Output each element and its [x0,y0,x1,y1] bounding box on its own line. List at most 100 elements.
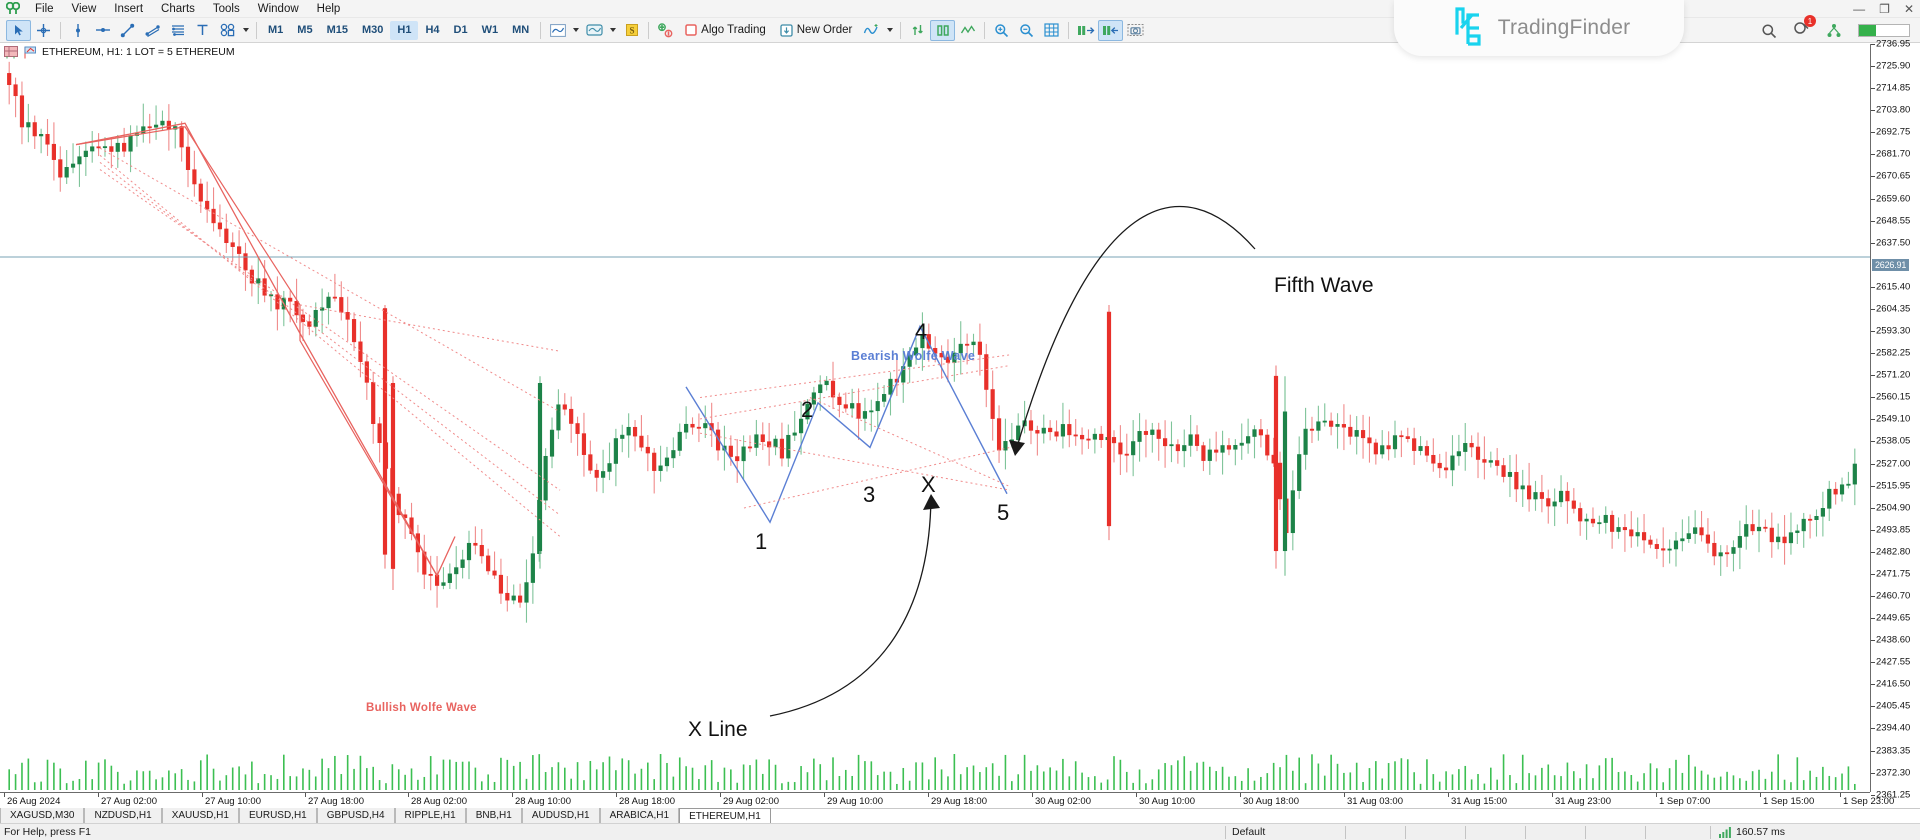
vertical-line-tool-button[interactable] [65,20,90,41]
chart-step-back-button[interactable] [1098,19,1124,41]
chart-shift-button[interactable] [955,20,980,41]
indicators-button[interactable] [859,20,884,41]
time-label: 1 Sep 23:00 [1843,796,1895,807]
horizontal-line-tool-button[interactable] [90,20,115,41]
data-window-icon[interactable] [4,45,18,59]
time-label: 29 Aug 10:00 [827,796,883,807]
screenshot-button[interactable] [1123,20,1148,41]
timeframe-w1[interactable]: W1 [475,21,506,40]
window-controls: — ❐ ✕ [1853,2,1914,16]
price-label: 2416.50 [1876,678,1911,690]
price-axis[interactable]: 2736.95 2725.90 2714.85 2703.80 2692.75 2681.… [1870,39,1920,800]
status-ping: 160.57 ms [1710,825,1920,839]
chart-tab[interactable]: GBPUSD,H4 [316,808,395,823]
chart-type-button[interactable] [545,20,570,41]
chart-tab[interactable]: EURUSD,H1 [238,808,317,823]
notifications-button[interactable]: 1 [1793,15,1816,41]
grid-button[interactable] [1039,20,1064,41]
time-tick [4,793,5,797]
maximize-button[interactable]: ❐ [1879,2,1890,16]
shapes-dropdown-button[interactable] [240,20,252,41]
periodicity-button[interactable] [905,20,930,41]
svg-text:S: S [629,26,634,36]
chart-tab[interactable]: AUDUSD,H1 [521,808,600,823]
new-order-button[interactable]: New Order [773,20,860,41]
price-label: 2471.75 [1876,568,1911,580]
menu-item-insert[interactable]: Insert [105,0,152,18]
time-label: 30 Aug 18:00 [1243,796,1299,807]
timeframe-mn[interactable]: MN [505,21,536,40]
price-label: 2560.15 [1876,391,1911,403]
chart-tab[interactable]: XAUUSD,H1 [161,808,239,823]
time-tick [928,793,929,797]
templates-dropdown-button[interactable] [607,20,619,41]
chart-tab[interactable]: XAGUSD,M30 [0,808,85,823]
fibonacci-tool-button[interactable] [165,20,190,41]
timeframe-m5[interactable]: M5 [290,21,319,40]
price-tick [1871,419,1875,421]
time-label: 1 Sep 07:00 [1659,796,1711,807]
time-tick [1840,793,1841,797]
new-order-icon [780,23,793,37]
chart-tab[interactable]: ETHEREUM,H1 [679,808,771,823]
menu-item-view[interactable]: View [63,0,106,18]
connection-icon[interactable] [1826,23,1842,39]
trendline-tool-button[interactable] [115,20,140,41]
menu-item-window[interactable]: Window [249,0,308,18]
price-tick [1871,684,1875,686]
timeframe-h4[interactable]: H4 [418,21,446,40]
zoom-out-button[interactable] [1014,20,1039,41]
indicators-dropdown-button[interactable] [884,20,896,41]
channel-tool-button[interactable] [140,20,165,41]
status-cell-2 [1405,825,1465,839]
chart-flag-icon[interactable] [23,46,37,59]
signal-meter [1858,24,1910,37]
cursor-tool-button[interactable] [6,19,31,41]
price-label: 2449.65 [1876,612,1911,624]
crosshair-icon [37,23,50,37]
cursor-icon [14,25,23,36]
chart-type-dropdown-button[interactable] [570,20,582,41]
timeframe-m15[interactable]: M15 [320,21,355,40]
chart-tab[interactable]: RIPPLE,H1 [394,808,466,823]
menu-item-tools[interactable]: Tools [204,0,249,18]
algo-trading-button[interactable]: Algo Trading [678,20,773,41]
time-tick [1448,793,1449,797]
utility-icons: 1 [1761,15,1910,41]
chart-header-label: ETHEREUM, H1: 1 LOT = 5 ETHEREUM [42,46,235,58]
shapes-tool-button[interactable] [215,20,240,41]
time-label: 28 Aug 18:00 [619,796,675,807]
x-line-label: X Line [688,718,748,741]
vertical-line-icon [75,23,80,37]
chart-tab[interactable]: BNB,H1 [465,808,522,823]
status-help-text: For Help, press F1 [4,826,91,838]
timeframe-d1[interactable]: D1 [447,21,475,40]
chart-tab[interactable]: ARABICA,H1 [599,808,680,823]
horizontal-line-icon [95,28,110,32]
timeframe-h1[interactable]: H1 [390,20,419,40]
chart-tab[interactable]: NZDUSD,H1 [84,808,162,823]
close-button[interactable]: ✕ [1904,2,1914,16]
time-tick [305,793,306,797]
menu-item-file[interactable]: File [26,0,63,18]
minimize-button[interactable]: — [1853,2,1865,16]
menu-item-charts[interactable]: Charts [152,0,204,18]
time-axis[interactable]: 26 Aug 2024 27 Aug 02:00 27 Aug 10:00 27 Au… [0,792,1894,809]
templates-button[interactable] [582,20,607,41]
chart-step-forward-button[interactable] [1073,20,1098,41]
indicators-list-button[interactable]: S [619,20,644,41]
timeframe-m1[interactable]: M1 [261,21,290,40]
chart-canvas[interactable]: Bearish Wolfe Wave Bullish Wolfe Wave Fi… [0,44,1870,792]
step-back-icon [1102,25,1118,35]
zoom-in-button[interactable] [989,20,1014,41]
volume-bars [8,754,1856,790]
crosshair-tool-button[interactable] [31,20,56,41]
price-tick [1871,110,1875,112]
search-icon[interactable] [1761,23,1777,39]
text-tool-button[interactable] [190,20,215,41]
price-tick [1871,220,1875,222]
menu-item-help[interactable]: Help [308,0,350,18]
timeframe-m30[interactable]: M30 [355,21,390,40]
autoscroll-button[interactable] [930,19,956,41]
expert-advisor-button[interactable] [653,20,678,41]
